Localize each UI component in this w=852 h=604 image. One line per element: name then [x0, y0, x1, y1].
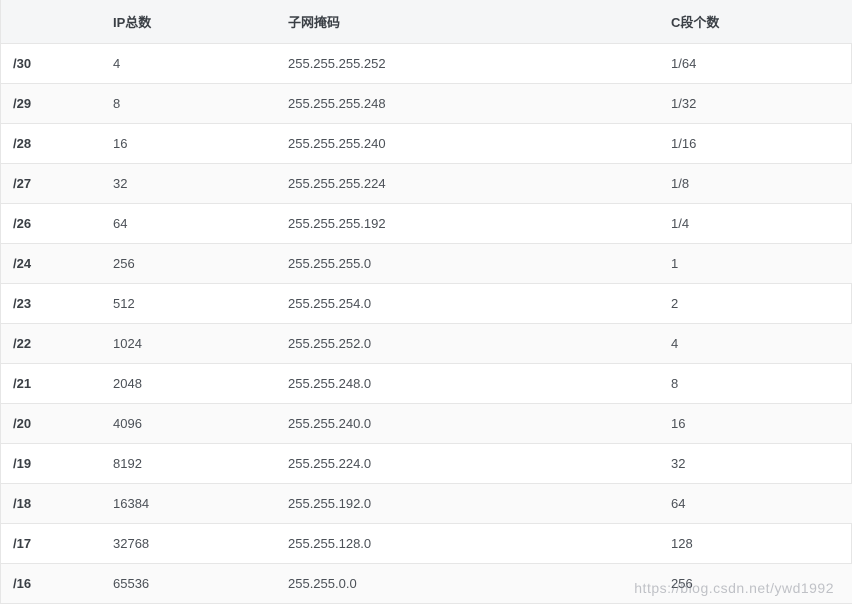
cell-subnet: 255.255.255.192 — [276, 204, 659, 244]
cidr-table: IP总数 子网掩码 C段个数 /30 4 255.255.255.252 1/6… — [1, 0, 852, 604]
cell-prefix: /29 — [1, 84, 101, 124]
table-row: /30 4 255.255.255.252 1/64 — [1, 44, 852, 84]
cell-ip-total: 4096 — [101, 404, 276, 444]
cell-subnet: 255.255.254.0 — [276, 284, 659, 324]
cell-ip-total: 16 — [101, 124, 276, 164]
cell-csegs: 4 — [659, 324, 852, 364]
cell-subnet: 255.255.240.0 — [276, 404, 659, 444]
cell-ip-total: 32768 — [101, 524, 276, 564]
cell-prefix: /30 — [1, 44, 101, 84]
col-header-prefix — [1, 0, 101, 44]
cell-ip-total: 1024 — [101, 324, 276, 364]
cell-ip-total: 4 — [101, 44, 276, 84]
cell-subnet: 255.255.255.248 — [276, 84, 659, 124]
col-header-ip-total: IP总数 — [101, 0, 276, 44]
cell-prefix: /22 — [1, 324, 101, 364]
table-row: /16 65536 255.255.0.0 256 — [1, 564, 852, 604]
cell-prefix: /20 — [1, 404, 101, 444]
cell-ip-total: 256 — [101, 244, 276, 284]
cell-subnet: 255.255.255.240 — [276, 124, 659, 164]
table-row: /27 32 255.255.255.224 1/8 — [1, 164, 852, 204]
table-row: /21 2048 255.255.248.0 8 — [1, 364, 852, 404]
cell-prefix: /24 — [1, 244, 101, 284]
cell-csegs: 16 — [659, 404, 852, 444]
cell-subnet: 255.255.128.0 — [276, 524, 659, 564]
table-row: /22 1024 255.255.252.0 4 — [1, 324, 852, 364]
cell-ip-total: 8 — [101, 84, 276, 124]
cell-subnet: 255.255.252.0 — [276, 324, 659, 364]
cell-csegs: 8 — [659, 364, 852, 404]
cell-ip-total: 16384 — [101, 484, 276, 524]
cell-csegs: 2 — [659, 284, 852, 324]
cell-prefix: /21 — [1, 364, 101, 404]
cell-prefix: /18 — [1, 484, 101, 524]
cell-subnet: 255.255.248.0 — [276, 364, 659, 404]
cell-subnet: 255.255.255.0 — [276, 244, 659, 284]
cell-ip-total: 2048 — [101, 364, 276, 404]
cell-subnet: 255.255.255.224 — [276, 164, 659, 204]
cell-csegs: 128 — [659, 524, 852, 564]
cell-csegs: 1/4 — [659, 204, 852, 244]
table-row: /17 32768 255.255.128.0 128 — [1, 524, 852, 564]
cell-subnet: 255.255.0.0 — [276, 564, 659, 604]
cell-prefix: /16 — [1, 564, 101, 604]
col-header-csegs: C段个数 — [659, 0, 852, 44]
cidr-table-wrapper: IP总数 子网掩码 C段个数 /30 4 255.255.255.252 1/6… — [0, 0, 852, 604]
cell-csegs: 256 — [659, 564, 852, 604]
cell-csegs: 1/8 — [659, 164, 852, 204]
table-row: /29 8 255.255.255.248 1/32 — [1, 84, 852, 124]
cell-csegs: 1/16 — [659, 124, 852, 164]
table-row: /26 64 255.255.255.192 1/4 — [1, 204, 852, 244]
table-row: /23 512 255.255.254.0 2 — [1, 284, 852, 324]
cell-ip-total: 65536 — [101, 564, 276, 604]
cell-csegs: 1/64 — [659, 44, 852, 84]
table-row: /20 4096 255.255.240.0 16 — [1, 404, 852, 444]
table-row: /24 256 255.255.255.0 1 — [1, 244, 852, 284]
cell-prefix: /23 — [1, 284, 101, 324]
cell-ip-total: 512 — [101, 284, 276, 324]
table-row: /28 16 255.255.255.240 1/16 — [1, 124, 852, 164]
cell-prefix: /19 — [1, 444, 101, 484]
cell-prefix: /28 — [1, 124, 101, 164]
cell-ip-total: 64 — [101, 204, 276, 244]
cell-subnet: 255.255.192.0 — [276, 484, 659, 524]
cell-prefix: /17 — [1, 524, 101, 564]
cell-subnet: 255.255.255.252 — [276, 44, 659, 84]
table-body: /30 4 255.255.255.252 1/64 /29 8 255.255… — [1, 44, 852, 604]
cell-prefix: /27 — [1, 164, 101, 204]
table-header-row: IP总数 子网掩码 C段个数 — [1, 0, 852, 44]
cell-csegs: 1 — [659, 244, 852, 284]
cell-subnet: 255.255.224.0 — [276, 444, 659, 484]
cell-csegs: 32 — [659, 444, 852, 484]
cell-ip-total: 32 — [101, 164, 276, 204]
table-row: /19 8192 255.255.224.0 32 — [1, 444, 852, 484]
table-row: /18 16384 255.255.192.0 64 — [1, 484, 852, 524]
cell-ip-total: 8192 — [101, 444, 276, 484]
cell-prefix: /26 — [1, 204, 101, 244]
cell-csegs: 64 — [659, 484, 852, 524]
cell-csegs: 1/32 — [659, 84, 852, 124]
col-header-subnet: 子网掩码 — [276, 0, 659, 44]
